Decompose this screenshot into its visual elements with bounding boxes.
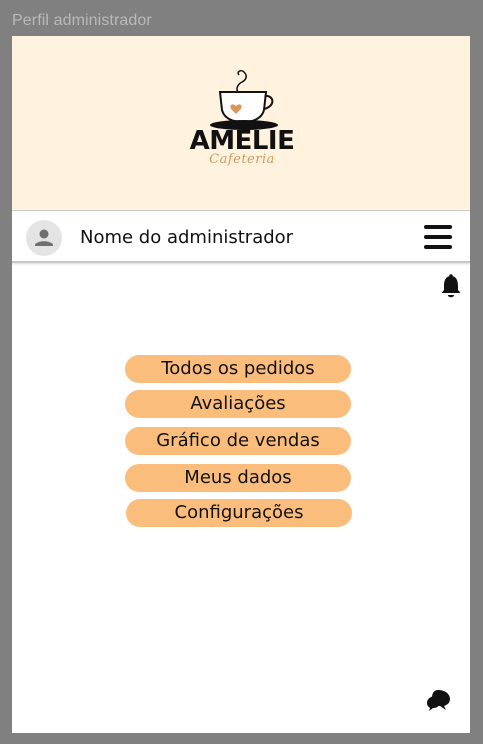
person-icon [35, 229, 53, 246]
app-frame: AMELIE Cafeteria Nome do administrador T… [12, 36, 470, 733]
bell-icon [441, 274, 461, 298]
chat-bubbles-icon [427, 690, 450, 711]
settings-button[interactable]: Configurações [126, 499, 352, 527]
chat-button[interactable] [426, 688, 452, 712]
user-bar: Nome do administrador [12, 210, 470, 263]
notifications-button[interactable] [440, 273, 462, 299]
sales-chart-button[interactable]: Gráfico de vendas [125, 427, 351, 455]
coffee-cup-icon [210, 70, 278, 130]
reviews-button[interactable]: Avaliações [125, 390, 351, 418]
menu-button[interactable] [422, 223, 454, 251]
header-banner: AMELIE Cafeteria [12, 36, 470, 209]
all-orders-button[interactable]: Todos os pedidos [125, 355, 351, 383]
my-data-button[interactable]: Meus dados [125, 464, 351, 492]
brand-logo: AMELIE Cafeteria [184, 64, 300, 184]
avatar[interactable] [26, 220, 62, 256]
window-title: Perfil administrador [12, 12, 152, 29]
hamburger-menu-icon [424, 225, 452, 249]
admin-name: Nome do administrador [80, 227, 294, 248]
brand-subtitle: Cafeteria [209, 152, 275, 167]
